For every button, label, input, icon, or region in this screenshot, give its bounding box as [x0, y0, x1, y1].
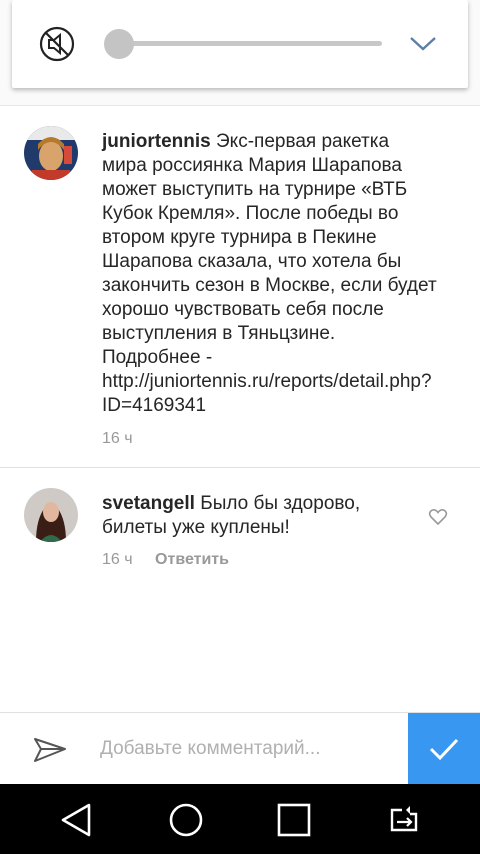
- avatar[interactable]: [24, 488, 78, 542]
- comment-username[interactable]: svetangell: [102, 493, 195, 514]
- volume-slider-thumb[interactable]: [104, 29, 134, 59]
- back-icon[interactable]: [56, 800, 96, 840]
- volume-mute-icon[interactable]: [38, 25, 76, 63]
- comment-text: juniortennis Экс-первая ракетка мира рос…: [102, 130, 438, 418]
- checkmark-icon: [429, 738, 459, 761]
- comment-input[interactable]: [100, 731, 400, 767]
- comment-username[interactable]: juniortennis: [102, 131, 211, 152]
- post-comment-button[interactable]: [408, 713, 480, 785]
- home-icon[interactable]: [166, 800, 206, 840]
- comment-timestamp: 16 ч: [102, 430, 133, 447]
- paper-plane-icon[interactable]: [32, 731, 68, 767]
- comment-meta: 16 ч: [102, 430, 133, 448]
- reply-button[interactable]: Ответить: [155, 551, 229, 568]
- system-nav-bar: [0, 784, 480, 854]
- recents-icon[interactable]: [274, 800, 314, 840]
- screen-rotate-icon[interactable]: [384, 800, 424, 840]
- heart-outline-icon[interactable]: [428, 507, 448, 527]
- divider: [0, 467, 480, 468]
- comment-timestamp: 16 ч: [102, 551, 133, 568]
- comment-meta: 16 ч Ответить: [102, 551, 229, 569]
- comment-message: Экс-первая ракетка мира россиянка Мария …: [102, 131, 437, 416]
- avatar[interactable]: [24, 126, 78, 180]
- chevron-down-icon[interactable]: [408, 28, 438, 58]
- comment-composer: [0, 712, 480, 785]
- comment-text: svetangell Было бы здорово, билеты уже к…: [102, 492, 418, 540]
- volume-slider-track[interactable]: [108, 41, 382, 46]
- volume-panel: [12, 0, 468, 88]
